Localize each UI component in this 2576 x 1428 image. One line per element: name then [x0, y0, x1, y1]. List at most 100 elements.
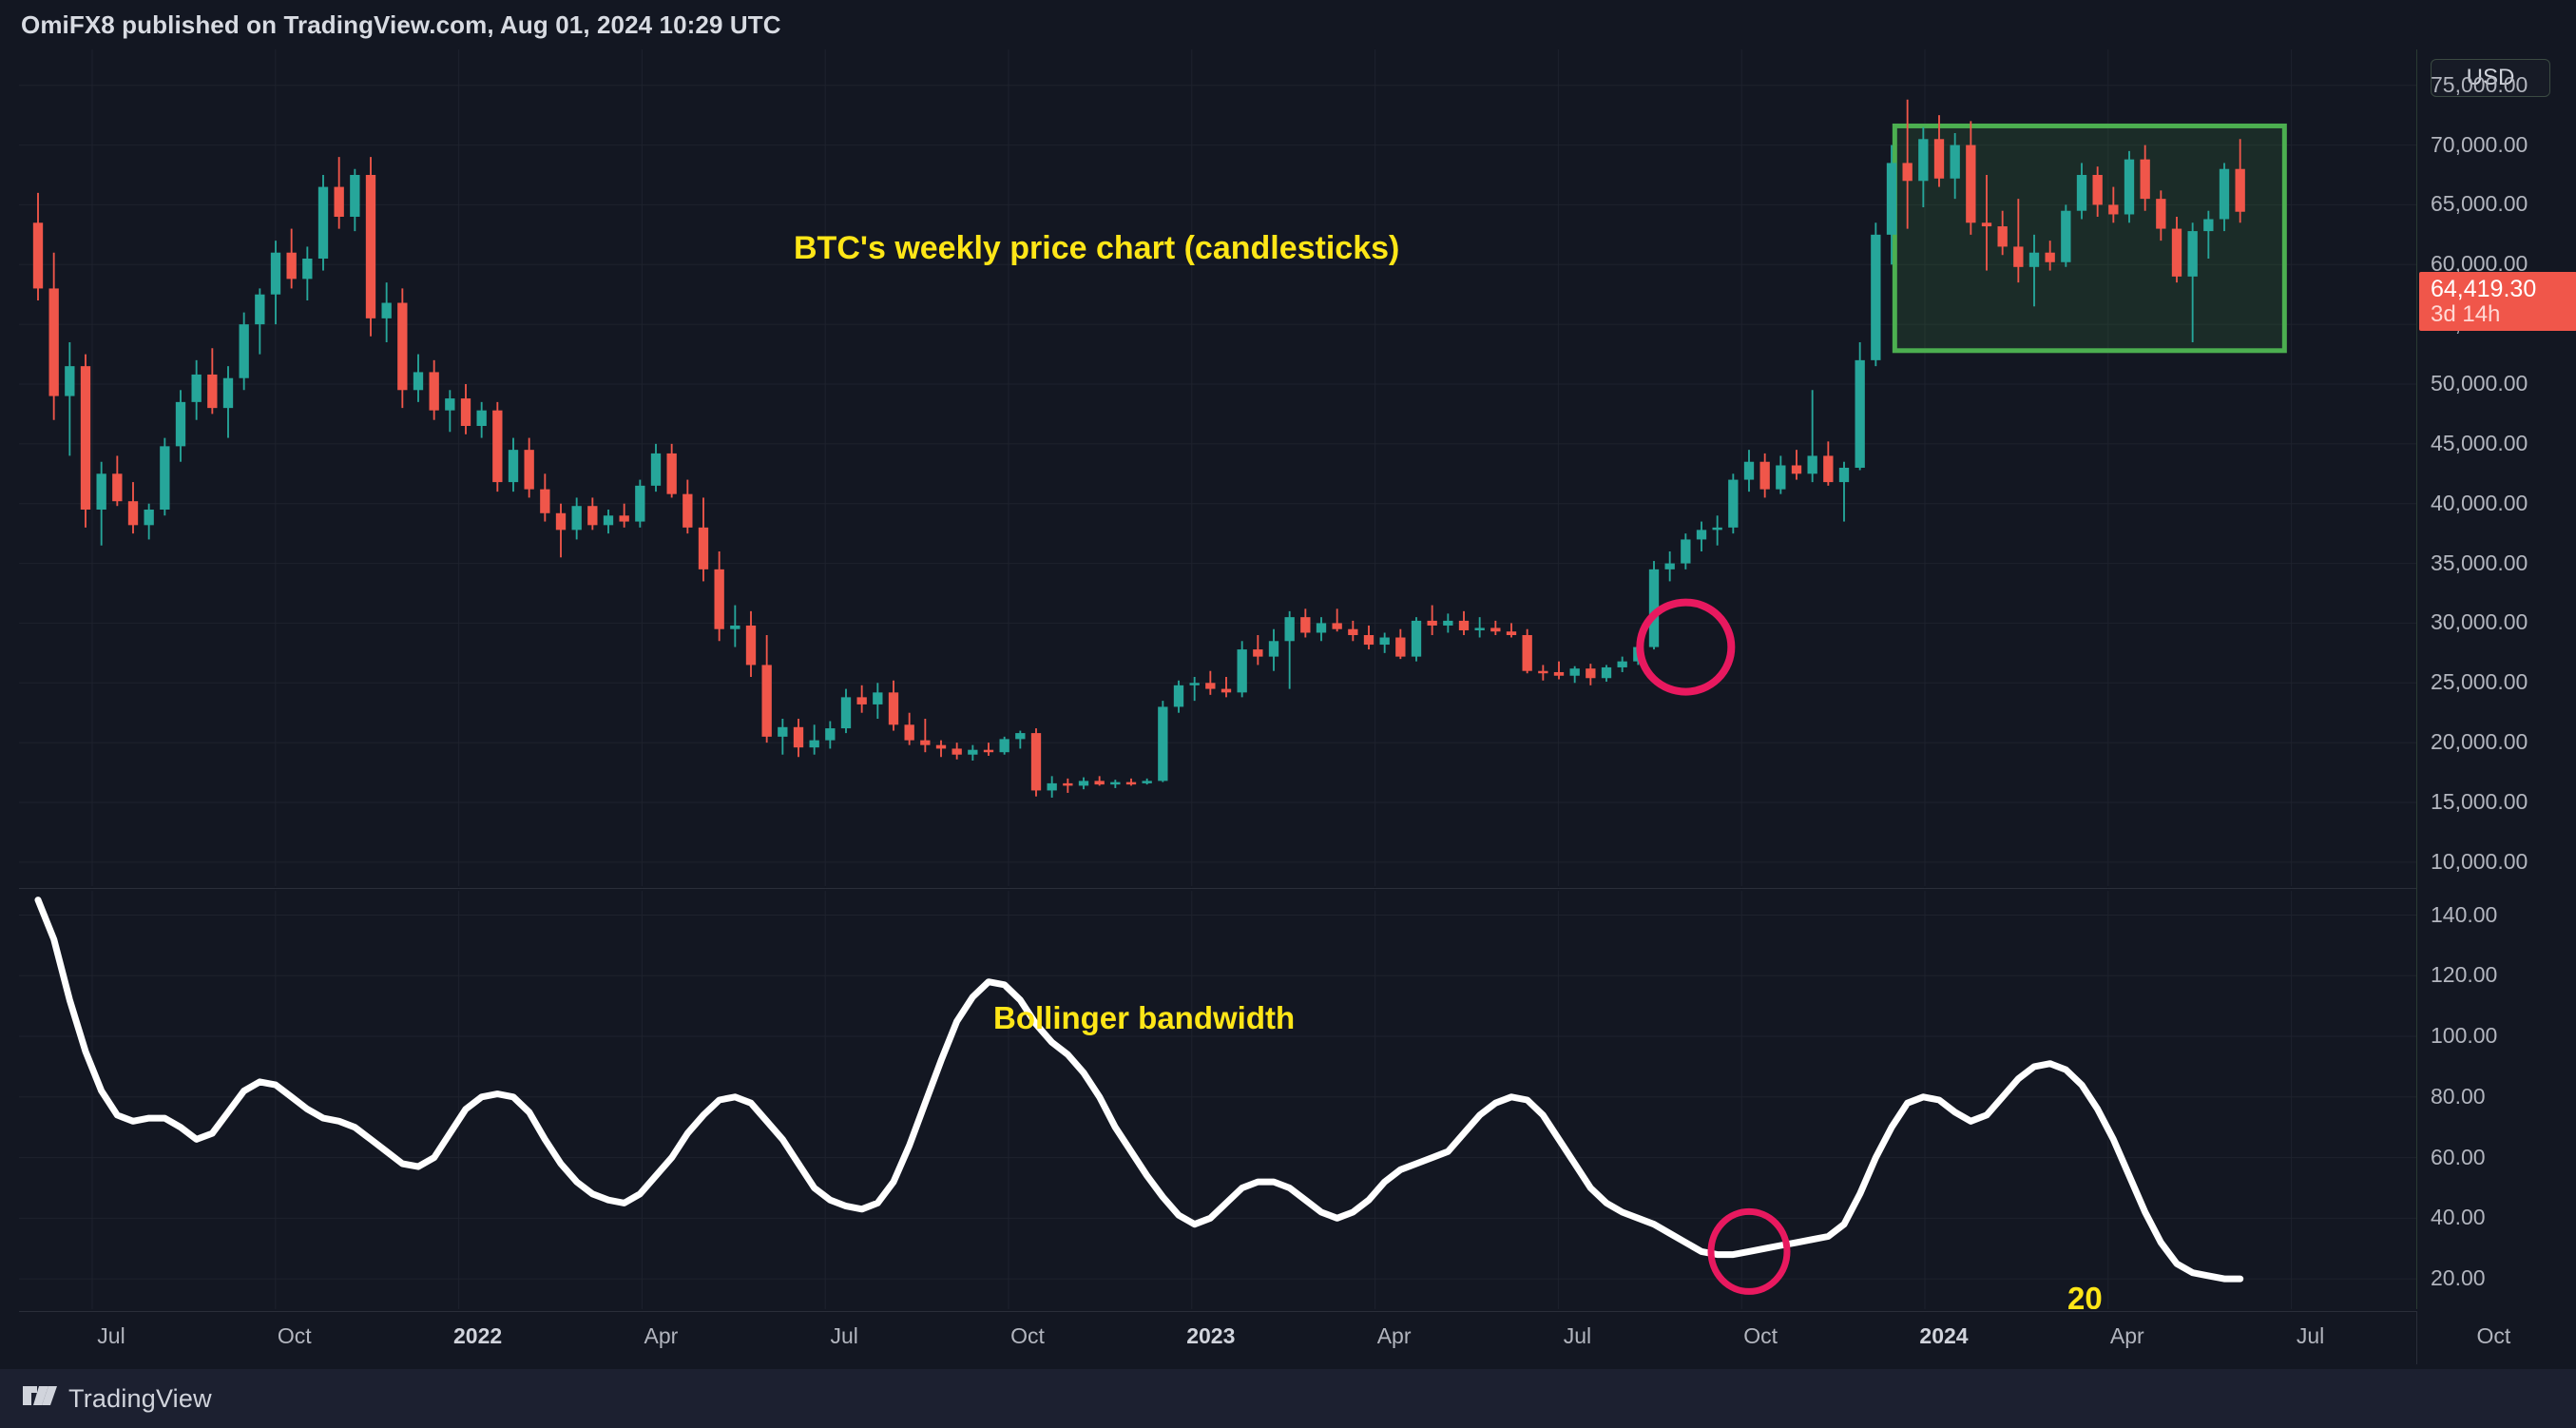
price-tick-label: 40,000.00	[2431, 490, 2528, 515]
candle-body	[1490, 627, 1501, 632]
candle-body	[270, 252, 281, 295]
candle-body	[1712, 527, 1722, 531]
candle-body	[476, 410, 487, 426]
candle-body	[32, 222, 44, 289]
candle-body	[999, 739, 1009, 753]
candle-body	[1348, 628, 1358, 635]
candle-body	[144, 510, 154, 526]
candle-body	[127, 501, 139, 526]
price-tick-label: 45,000.00	[2431, 430, 2528, 455]
price-pane[interactable]: BTC's weekly price chart (candlesticks)	[19, 49, 2416, 886]
candle-body	[809, 740, 819, 748]
price-tick-label: 75,000.00	[2431, 71, 2528, 97]
candle-body	[1443, 620, 1453, 626]
candle-body	[1173, 685, 1184, 707]
candle-body	[1871, 234, 1881, 360]
candle-body	[1189, 683, 1200, 685]
candle-body	[160, 446, 170, 510]
candle-body	[508, 450, 519, 483]
candle-body	[334, 186, 344, 217]
candle-body	[1918, 139, 1929, 182]
price-tick-label: 70,000.00	[2431, 131, 2528, 157]
candle-body	[730, 625, 740, 629]
chart-plot-area[interactable]: BTC's weekly price chart (candlesticks) …	[19, 49, 2416, 1309]
candle-body	[1664, 563, 1675, 569]
candle-body	[1997, 226, 2008, 247]
price-tick-label: 35,000.00	[2431, 550, 2528, 575]
candle-body	[778, 726, 788, 737]
tradingview-logo-icon	[23, 1386, 57, 1405]
candle-body	[540, 489, 550, 513]
bandwidth-line	[34, 897, 2244, 1283]
candle-body	[698, 527, 709, 569]
candle-body	[1902, 163, 1913, 182]
bandwidth-pane[interactable]: Bollinger bandwidth 20	[19, 891, 2416, 1309]
candle-body	[920, 740, 931, 745]
candle-body	[302, 259, 313, 280]
price-tick-label: 30,000.00	[2431, 609, 2528, 635]
candle-body	[239, 324, 249, 378]
candle-body	[112, 473, 123, 502]
chart-header: OmiFX8 published on TradingView.com, Aug…	[0, 0, 2576, 49]
time-tick-label: 2023	[1186, 1323, 1236, 1348]
candle-body	[460, 398, 471, 426]
candle-body	[524, 450, 534, 490]
candle-body	[1237, 649, 1247, 693]
candle-body	[397, 302, 408, 391]
candle-body	[445, 398, 455, 411]
candle-body	[2092, 175, 2103, 205]
price-tick-label: 10,000.00	[2431, 848, 2528, 874]
bandwidth-tick-label: 120.00	[2431, 962, 2498, 988]
candle-body	[492, 410, 503, 483]
candle-body	[1538, 670, 1548, 674]
bollinger-bandwidth-chart	[19, 891, 2416, 1309]
candle-body	[571, 506, 582, 531]
candle-body	[1522, 635, 1532, 671]
candle-body	[317, 186, 329, 259]
candle-body	[2045, 252, 2055, 262]
candle-body	[1063, 782, 1073, 786]
tradingview-logo[interactable]: TradingView	[23, 1384, 212, 1414]
time-tick-label: Oct	[1010, 1323, 1045, 1348]
candle-body	[1363, 635, 1375, 646]
candle-body	[1125, 782, 1137, 785]
bandwidth-tick-label: 60.00	[2431, 1144, 2486, 1169]
candle-body	[80, 366, 91, 510]
candle-body	[1158, 706, 1168, 782]
candle-body	[873, 692, 883, 704]
candle-body	[2028, 252, 2040, 267]
candle-body	[1586, 668, 1596, 679]
candle-body	[1791, 465, 1802, 474]
candle-body	[983, 749, 994, 753]
candle-body	[2171, 228, 2182, 277]
candle-body	[350, 175, 360, 217]
candle-body	[207, 374, 218, 409]
bandwidth-tick-label: 80.00	[2431, 1083, 2486, 1109]
candle-body	[1205, 683, 1216, 689]
candle-body	[1569, 668, 1580, 676]
candle-body	[1015, 733, 1026, 740]
bandwidth-tick-label: 40.00	[2431, 1205, 2486, 1230]
candle-body	[2061, 210, 2071, 262]
candle-body	[904, 724, 914, 741]
candle-body	[1030, 733, 1042, 791]
candle-body	[1474, 627, 1485, 630]
candle-body	[714, 569, 724, 629]
candle-body	[587, 506, 598, 526]
candle-body	[1458, 620, 1470, 630]
candle-body	[2156, 199, 2166, 229]
bandwidth-tick-label: 140.00	[2431, 901, 2498, 927]
candle-body	[1807, 455, 1817, 474]
time-scale[interactable]: Jul Oct 2022 Apr Jul Oct 2023 Apr Jul Oct 2024 Apr J…	[19, 1311, 2510, 1365]
chart-footer: TradingView	[0, 1369, 2576, 1428]
candle-body	[793, 726, 804, 748]
candle-body	[1142, 781, 1152, 783]
time-tick-label: 2022	[453, 1323, 503, 1348]
price-scale[interactable]: USD 75,000.00 70,000.00 65,000.00 60,000.00…	[2416, 49, 2576, 1309]
time-tick-label: Oct	[2476, 1323, 2511, 1348]
candle-body	[1933, 139, 1945, 179]
candle-body	[1776, 465, 1786, 490]
candle-body	[1047, 782, 1057, 791]
candle-body	[1838, 468, 1850, 483]
candle-body	[968, 749, 978, 755]
